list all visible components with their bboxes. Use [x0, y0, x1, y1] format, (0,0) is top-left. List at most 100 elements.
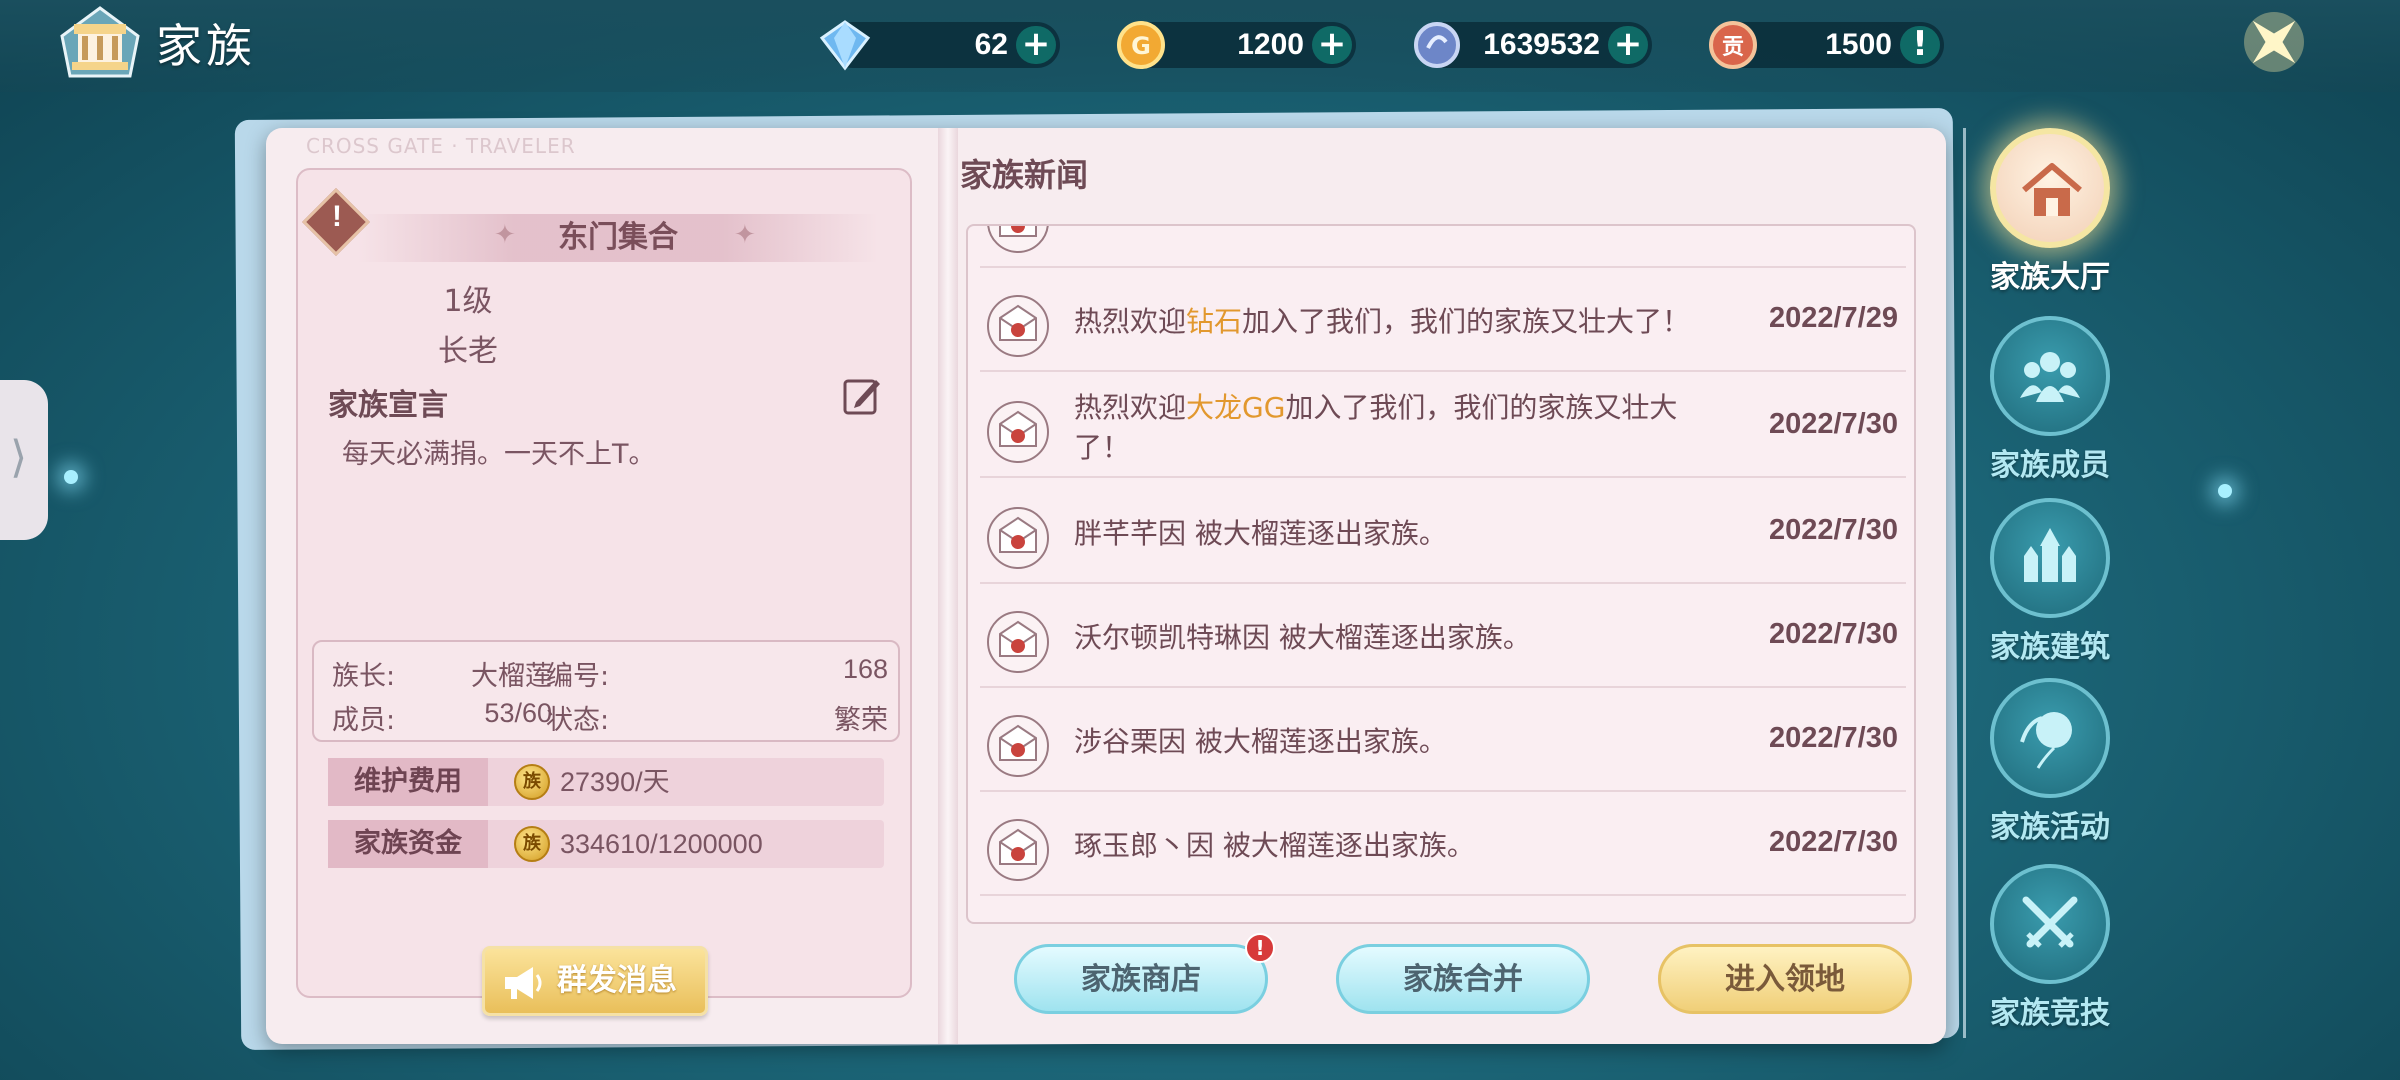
- family-book: CROSS GATE · TRAVELER ! ✦ 东门集合 ✦ 1级 长老 家…: [266, 128, 1946, 1044]
- news-item: 涉谷栗因 被大榴莲逐出家族。 2022/7/30: [980, 688, 1906, 792]
- news-date: 2022/7/29: [1768, 302, 1898, 334]
- enter-territory-button[interactable]: 进入领地: [1658, 944, 1912, 1014]
- envelope-icon: [987, 401, 1049, 463]
- family-shop-button[interactable]: 家族商店 !: [1014, 933, 1275, 1014]
- maintenance-label: 维护费用: [328, 758, 488, 806]
- maintenance-value: 27390/天: [560, 767, 670, 797]
- envelope-icon: [987, 611, 1049, 673]
- family-level: 1级: [443, 284, 493, 319]
- gold-coin-icon: G: [1117, 21, 1165, 69]
- id-label: 编号:: [546, 661, 610, 692]
- nav-label: 家族成员: [1990, 448, 2110, 483]
- gold-resource: G 1200 +: [1117, 21, 1356, 69]
- envelope-icon: [987, 295, 1049, 357]
- watermark-text: CROSS GATE · TRAVELER: [306, 134, 576, 158]
- family-coin-icon: 族: [514, 764, 550, 800]
- chevron-right-icon: ⟩: [10, 432, 28, 483]
- declaration-text: 每天必满捐。一天不上T。: [342, 439, 656, 470]
- news-item: 沃尔顿凯特琳因 被大榴莲逐出家族。 2022/7/30: [980, 584, 1906, 688]
- news-date: 2022/7/30: [1768, 826, 1898, 858]
- envelope-icon: [987, 715, 1049, 777]
- family-stats-box: 族长: 大榴莲 编号: 168 成员: 53/60 状态: 繁荣: [312, 640, 900, 742]
- nav-icon-frame: [1990, 316, 2110, 436]
- house-icon: [2022, 163, 2082, 216]
- silver-resource: 1639532 +: [1414, 22, 1652, 68]
- book-spine: [938, 128, 958, 1044]
- notification-badge: !: [1245, 933, 1275, 963]
- news-item: 琢玉郎丶因 被大榴莲逐出家族。 2022/7/30: [980, 792, 1906, 896]
- news-item: 热烈欢迎钻石加入了我们，我们的家族又壮大了！ 2022/7/29: [980, 268, 1906, 372]
- contribution-resource: 贡 1500 !: [1709, 21, 1944, 69]
- status-label: 状态:: [546, 705, 610, 736]
- envelope-icon: [987, 819, 1049, 881]
- crossed-swords-icon: [2022, 896, 2078, 948]
- broadcast-message-button[interactable]: 群发消息: [482, 946, 708, 1016]
- highlighted-player-name: 钻石: [1186, 305, 1243, 338]
- family-info-card: ! ✦ 东门集合 ✦ 1级 长老 家族宣言 每天必满捐。一天不上T。 族长: 大…: [296, 168, 912, 1016]
- members-label: 成员:: [332, 705, 396, 736]
- sparkle-star-icon[interactable]: [2236, 4, 2312, 80]
- nav-icon-frame: [1990, 864, 2110, 984]
- nav-label: 家族竞技: [1990, 996, 2110, 1031]
- castle-icon: [2024, 528, 2076, 582]
- news-list[interactable]: 热烈欢迎钻石加入了我们，我们的家族又壮大了！ 2022/7/29 热烈欢迎大龙G…: [966, 224, 1916, 924]
- news-text: 沃尔顿凯特琳因 被大榴莲逐出家族。: [1074, 621, 1531, 654]
- nav-label: 家族建筑: [1990, 630, 2110, 665]
- members-icon: [2020, 352, 2080, 402]
- news-text: 热烈欢迎钻石加入了我们，我们的家族又壮大了！: [1074, 305, 1691, 338]
- news-item: 热烈欢迎大龙GG加入了我们，我们的家族又壮大了！ 2022/7/30: [980, 374, 1906, 478]
- funds-value: 334610/1200000: [560, 829, 763, 859]
- contribution-count: 1500: [1825, 28, 1892, 61]
- news-text: 涉谷栗因 被大榴莲逐出家族。: [1074, 725, 1447, 758]
- family-name: 东门集合: [558, 220, 678, 255]
- left-drawer-tab[interactable]: ⟩: [0, 380, 48, 540]
- news-date: 2022/7/30: [1768, 722, 1898, 754]
- enter-territory-label: 进入领地: [1725, 962, 1845, 997]
- news-date: 2022/7/30: [1768, 618, 1898, 650]
- news-text: 琢玉郎丶因 被大榴莲逐出家族。: [1074, 829, 1475, 862]
- silver-count: 1639532: [1483, 28, 1600, 61]
- top-bar: 家族 62 + G 1200 + 1639532 + 贡 1500 !: [0, 0, 2400, 92]
- background-sparkle: [2218, 484, 2232, 498]
- diamond-resource: 62 +: [819, 20, 1060, 71]
- exclamation-icon: !: [332, 200, 342, 233]
- leader-value: 大榴莲: [471, 661, 552, 692]
- member-role: 长老: [438, 334, 498, 369]
- diamond-count: 62: [974, 28, 1008, 61]
- svg-text:贡: 贡: [1722, 35, 1744, 60]
- declaration-label: 家族宣言: [328, 388, 448, 423]
- news-item: 胖芊芊因 被大榴莲逐出家族。 2022/7/30: [980, 480, 1906, 584]
- edit-declaration-icon[interactable]: [842, 376, 882, 416]
- members-value: 53/60: [484, 698, 552, 728]
- balloon-icon: [2020, 712, 2072, 769]
- add-silver-button[interactable]: +: [1608, 26, 1648, 64]
- family-shop-label: 家族商店: [1081, 962, 1201, 997]
- page-title: 家族: [156, 19, 256, 73]
- sparkle-icon: ✦: [734, 220, 756, 250]
- family-merge-button[interactable]: 家族合并: [1336, 944, 1590, 1014]
- page-header: 家族: [58, 6, 256, 80]
- news-text: 胖芊芊因 被大榴莲逐出家族。: [1074, 517, 1447, 550]
- add-gold-button[interactable]: +: [1312, 26, 1352, 64]
- add-diamond-button[interactable]: +: [1016, 26, 1056, 64]
- nav-icon-frame: [1990, 128, 2110, 248]
- broadcast-label: 群发消息: [557, 963, 677, 998]
- news-row-partial: [980, 226, 1906, 268]
- svg-text:G: G: [1131, 32, 1151, 60]
- news-text: 热烈欢迎大龙GG加入了我们，我们的家族又壮大了！: [1074, 391, 1678, 464]
- envelope-icon: [987, 226, 1049, 253]
- family-coin-icon: 族: [514, 826, 550, 862]
- contribution-icon: 贡: [1709, 21, 1757, 69]
- family-merge-label: 家族合并: [1403, 962, 1523, 997]
- nav-label: 家族大厅: [1990, 260, 2110, 295]
- gold-count: 1200: [1237, 28, 1304, 61]
- contribution-info-button[interactable]: !: [1900, 26, 1940, 64]
- news-date: 2022/7/30: [1768, 408, 1898, 440]
- nav-label: 家族活动: [1990, 810, 2110, 845]
- family-emblem-icon: [58, 6, 142, 80]
- nav-divider: [1963, 128, 1966, 1038]
- envelope-icon: [987, 507, 1049, 569]
- nav-icon-frame: [1990, 498, 2110, 618]
- family-name-banner: ✦ 东门集合 ✦: [358, 214, 878, 262]
- funds-row: 家族资金 族 334610/1200000: [328, 820, 884, 868]
